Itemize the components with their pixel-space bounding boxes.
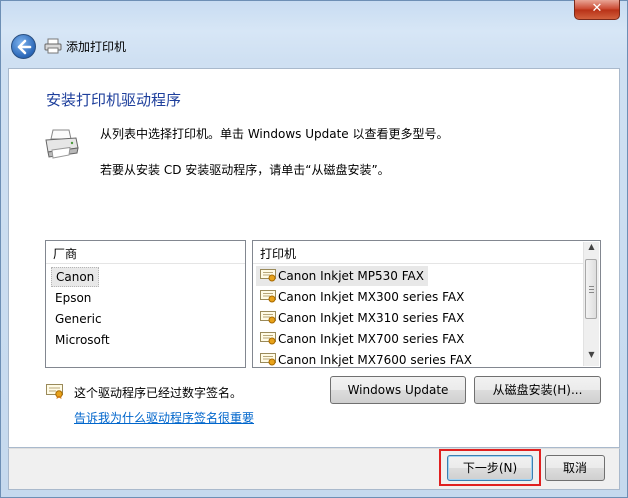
close-button[interactable]: ✕ <box>574 0 620 20</box>
signature-status: 这个驱动程序已经过数字签名。 <box>74 386 243 400</box>
scroll-up-arrow-icon[interactable]: ▲ <box>584 242 599 258</box>
certified-driver-icon <box>260 310 276 324</box>
vendor-item-generic[interactable]: Generic <box>51 309 106 329</box>
printer-item-label: Canon Inkjet MX700 series FAX <box>278 332 465 346</box>
certified-driver-icon <box>260 352 276 366</box>
certificate-icon <box>46 384 63 399</box>
vendor-list-header[interactable]: 厂商 <box>46 241 245 264</box>
cancel-button[interactable]: 取消 <box>545 455 605 481</box>
printer-list-scrollbar[interactable]: ▲ ▼ <box>583 242 599 366</box>
printer-item-label: Canon Inkjet MP530 FAX <box>278 269 424 283</box>
back-button[interactable] <box>11 34 36 59</box>
certified-driver-icon <box>260 268 276 282</box>
description-line-1: 从列表中选择打印机。单击 Windows Update 以查看更多型号。 <box>100 127 449 141</box>
windows-update-button[interactable]: Windows Update <box>330 376 466 404</box>
vendor-item-microsoft[interactable]: Microsoft <box>51 330 114 350</box>
arrow-left-icon <box>17 39 32 55</box>
printer-list-header[interactable]: 打印机 <box>253 241 583 264</box>
have-disk-button[interactable]: 从磁盘安装(H)... <box>474 376 601 404</box>
printer-list[interactable]: 打印机 Canon Inkjet MP530 FAX Canon Inkjet … <box>252 240 601 368</box>
printer-item-label: Canon Inkjet MX300 series FAX <box>278 290 465 304</box>
printer-item-label: Canon Inkjet MX7600 series FAX <box>278 353 472 367</box>
vendor-list[interactable]: 厂商 Canon Epson Generic Microsoft <box>45 240 246 368</box>
description-line-2: 若要从安装 CD 安装驱动程序，请单击“从磁盘安装”。 <box>100 163 390 177</box>
printer-item[interactable]: Canon Inkjet MX300 series FAX <box>260 287 464 307</box>
vendor-header-label: 厂商 <box>53 247 78 261</box>
highlight-box <box>439 449 541 486</box>
printer-item-label: Canon Inkjet MX310 series FAX <box>278 311 465 325</box>
vendor-item-canon[interactable]: Canon <box>51 267 100 287</box>
printer-illustration-icon <box>45 129 79 159</box>
printer-header-label: 打印机 <box>260 247 297 261</box>
certified-driver-icon <box>260 289 276 303</box>
signature-info-link[interactable]: 告诉我为什么驱动程序签名很重要 <box>74 409 254 426</box>
printer-item[interactable]: Canon Inkjet MP530 FAX <box>256 266 428 286</box>
page-heading: 安装打印机驱动程序 <box>46 91 182 109</box>
window-title: 添加打印机 <box>66 40 127 54</box>
vendor-item-epson[interactable]: Epson <box>51 288 95 308</box>
scroll-down-arrow-icon[interactable]: ▼ <box>584 350 599 366</box>
scrollbar-thumb[interactable] <box>585 259 597 319</box>
printer-item[interactable]: Canon Inkjet MX310 series FAX <box>260 308 464 328</box>
close-icon: ✕ <box>591 1 603 16</box>
printer-item[interactable]: Canon Inkjet MX7600 series FAX <box>260 350 472 367</box>
printer-icon <box>44 38 62 54</box>
printer-item[interactable]: Canon Inkjet MX700 series FAX <box>260 329 464 349</box>
certified-driver-icon <box>260 331 276 345</box>
